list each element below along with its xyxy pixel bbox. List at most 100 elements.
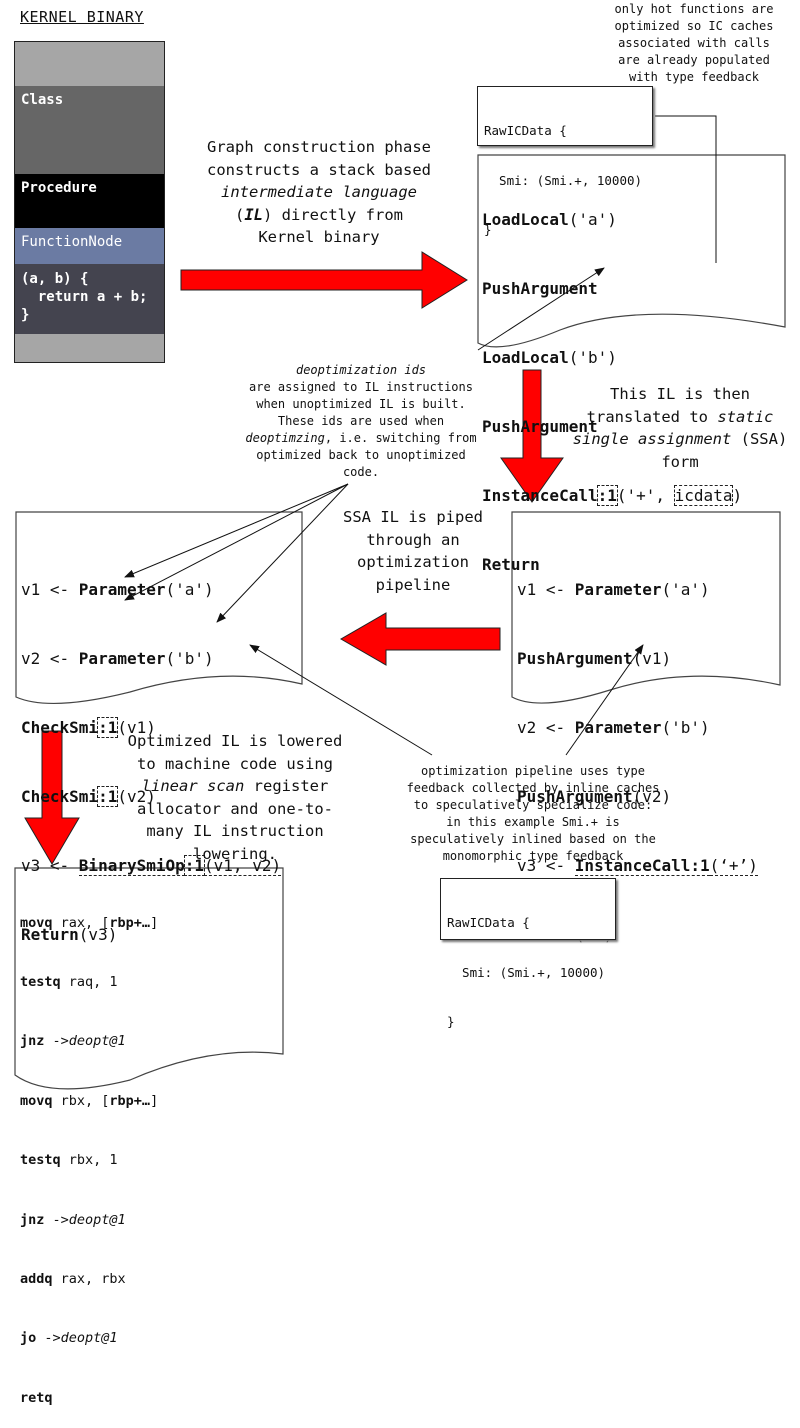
note-line: are assigned to IL instructions	[249, 380, 473, 394]
note-italic: linear scan	[141, 777, 245, 795]
note-line: in this example Smi.+ is	[446, 815, 620, 829]
asm-op: retq	[20, 1389, 53, 1406]
note-line: (IL) directly from	[178, 204, 460, 227]
asm-op: testq	[20, 1152, 61, 1169]
il-op: PushArgument	[517, 649, 633, 668]
il-assign: v1 <-	[517, 580, 575, 599]
asm-operands: ]	[150, 914, 159, 931]
code-line: v1 <- Parameter('a')	[517, 578, 758, 601]
hot-functions-note: only hot functions are optimized so IC c…	[580, 1, 800, 86]
il-op: InstanceCall	[482, 486, 598, 505]
note-line: when unoptimized IL is built.	[256, 397, 466, 411]
note-line: Optimized IL is lowered	[127, 732, 343, 750]
asm-bold: rbp+…	[109, 914, 151, 931]
asm-operands: rbx, [	[52, 1092, 110, 1109]
il-arg: ('a')	[165, 580, 214, 599]
icdata-line: Smi: (Smi.+, 10000)	[447, 964, 606, 980]
asm-line: retq	[20, 1389, 158, 1409]
note-text: , i.e. switching from	[324, 431, 477, 445]
note-text: ) directly from	[263, 205, 403, 224]
il-arg: ('a')	[661, 580, 710, 599]
graph-construction-note: Graph construction phase constructs a st…	[178, 136, 460, 249]
il-arg: )	[732, 486, 743, 505]
note-text: translated to	[586, 407, 718, 426]
il-op: CheckSmi	[21, 787, 99, 806]
il-op: LoadLocal	[482, 210, 569, 229]
ssa-translate-note: This IL is then translated to static sin…	[560, 383, 800, 473]
asm-line: jo ->deopt@1	[20, 1329, 158, 1349]
note-line: optimization	[357, 553, 469, 571]
il-arg: (v1)	[632, 649, 672, 668]
asm-line: jnz ->deopt@1	[20, 1211, 158, 1231]
il-arg: (‘+’)	[709, 856, 758, 876]
asm-operands: ->	[44, 1211, 69, 1228]
asm-op: jo	[20, 1330, 37, 1347]
note-line: intermediate language	[178, 181, 460, 204]
note-text: (	[235, 205, 245, 224]
machine-code: movq rax, [rbp+…] testq raq, 1 jnz ->deo…	[20, 874, 158, 1428]
il-op: Parameter	[78, 649, 166, 668]
note-text: (SSA)	[731, 430, 788, 448]
icdata-box-bottom: RawICData { Smi: (Smi.+, 10000) }	[440, 878, 616, 1029]
note-line: linear scan register	[105, 775, 365, 798]
note-line: translated to static	[560, 406, 800, 429]
note-line: monomorphic type feedback	[442, 849, 624, 863]
il-assign: v3 <-	[21, 856, 79, 875]
note-line: through an	[366, 530, 460, 549]
asm-op: jnz	[20, 1211, 45, 1228]
asm-operands: rbx, 1	[60, 1152, 118, 1169]
il-op: CheckSmi	[21, 718, 99, 737]
asm-deopt-target: deopt@1	[68, 1211, 126, 1228]
note-italic: static	[717, 407, 774, 426]
asm-line: movq rax, [rbp+…]	[20, 914, 158, 934]
icdata-line: }	[447, 1014, 455, 1029]
arrow-left	[340, 612, 501, 666]
note-line: optimization pipeline uses type	[421, 764, 645, 778]
note-line: single assignment (SSA)	[560, 428, 800, 451]
il-assign: v1 <-	[21, 580, 79, 599]
asm-operands: ]	[150, 1092, 159, 1109]
il-assign: v2 <-	[21, 649, 79, 668]
il-arg: ('b')	[568, 348, 617, 367]
note-line: Kernel binary	[258, 228, 380, 246]
il-assign: v2 <-	[517, 718, 575, 737]
note-italic: deoptimization ids	[295, 363, 427, 377]
asm-deopt-target: deopt@1	[60, 1330, 118, 1347]
code-line: PushArgument(v1)	[517, 647, 758, 670]
code-line: v2 <- Parameter('b')	[517, 716, 758, 739]
code-line: LoadLocal('a')	[482, 208, 742, 231]
il-arg: ('b')	[661, 718, 710, 737]
asm-line: testq raq, 1	[20, 973, 158, 993]
deopt-id-marker: :1	[596, 485, 618, 506]
asm-op: testq	[20, 973, 61, 990]
note-italic: single assignment	[572, 430, 732, 448]
code-line: v1 <- Parameter('a')	[21, 578, 281, 601]
note-line: optimized so IC caches	[614, 19, 774, 33]
deopt-ids-note: deoptimization ids are assigned to IL in…	[222, 362, 500, 481]
il-arg: ('a')	[568, 210, 617, 229]
note-line: constructs a stack based	[207, 160, 431, 179]
asm-operands: rax, rbx	[52, 1270, 126, 1287]
asm-op: movq	[20, 1092, 53, 1109]
asm-operands: raq, 1	[60, 973, 118, 990]
note-line: deoptimzing, i.e. switching from	[222, 430, 500, 447]
note-line: SSA IL is piped	[343, 508, 483, 526]
note-line: optimized back to unoptimized	[256, 448, 466, 462]
icdata-marker: icdata	[673, 485, 734, 506]
asm-op: addq	[20, 1270, 53, 1287]
asm-operands: rax, [	[52, 914, 110, 931]
note-line: deoptimization ids	[222, 362, 500, 379]
note-line: pipeline	[375, 575, 451, 594]
arrow-right	[180, 251, 468, 309]
note-line: are already populated	[618, 53, 770, 67]
code-line: InstanceCall:1('+', icdata)	[482, 484, 742, 507]
asm-op: jnz	[20, 1033, 45, 1050]
asm-line: addq rax, rbx	[20, 1270, 158, 1290]
note-line: to machine code using	[137, 754, 333, 773]
note-line: This IL is then	[610, 385, 750, 403]
icdata-line: RawICData {	[447, 915, 530, 930]
asm-operands: ->	[36, 1330, 61, 1347]
asm-line: movq rbx, [rbp+…]	[20, 1092, 158, 1112]
note-line: associated with calls	[618, 36, 770, 50]
lowering-note: Optimized IL is lowered to machine code …	[105, 730, 365, 865]
